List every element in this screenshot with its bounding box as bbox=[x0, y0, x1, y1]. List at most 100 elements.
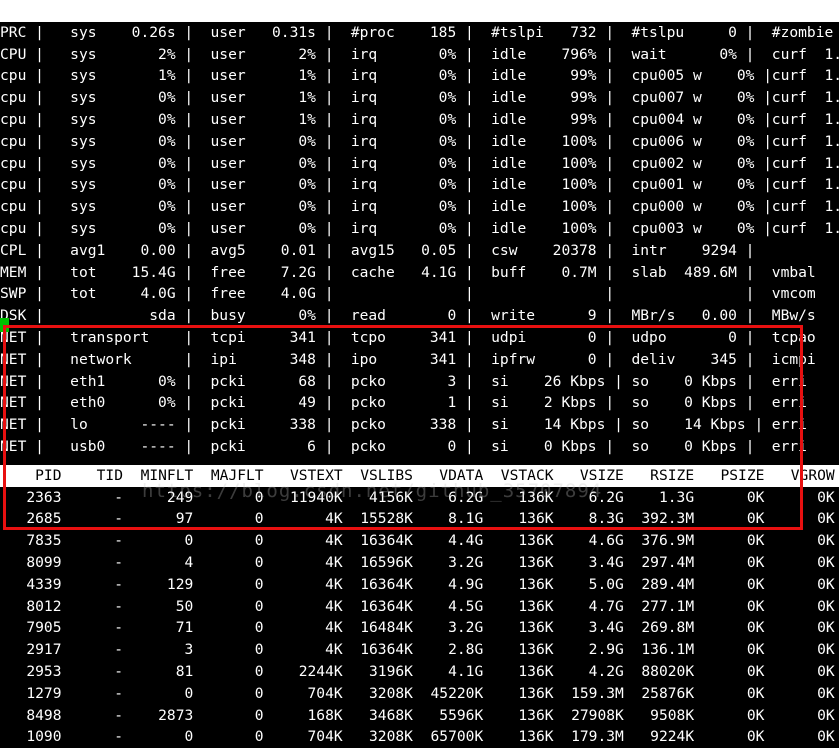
stat-row-dsk-13: DSK | sda | busy 0% | read 0 | write 9 |… bbox=[0, 305, 839, 327]
stat-field-irq: irq 0% | bbox=[333, 89, 474, 107]
process-row[interactable]: 2953 - 81 0 2244K 3196K 4.1G 136K 4.2G 8… bbox=[0, 661, 839, 683]
stat-row-net-18: NET | lo ---- | pcki 338 | pcko 338 | si… bbox=[0, 414, 839, 436]
stat-field-so: so 0 Kbps | bbox=[613, 438, 755, 455]
stat-row-net-15: NET | network | ipi 348 | ipo 341 | ipfr… bbox=[0, 349, 839, 371]
stat-field-curf: curf 1.20GHz | bbox=[771, 198, 839, 216]
stat-field-mbw-s: MBw/s 0.00 | bbox=[771, 307, 816, 325]
stat-field-lo: lo ---- | bbox=[52, 416, 194, 434]
stat-field-icmpi: icmpi 0 | bbox=[771, 350, 816, 368]
process-row[interactable]: 7905 - 71 0 4K 16484K 3.2G 136K 3.4G 269… bbox=[0, 617, 839, 639]
stat-row-net-17: NET | eth0 0% | pcki 49 | pcko 1 | si 2 … bbox=[0, 392, 839, 414]
stat-field-tcpao: tcpao 4 | bbox=[771, 329, 816, 346]
stat-field-curf: curf 1.20GHz | bbox=[771, 111, 839, 128]
stat-field-idle: idle 100% | bbox=[473, 198, 615, 216]
stat-field-curf: curf 1.23GHz | bbox=[771, 89, 839, 107]
stat-field-erri: erri 0 | bbox=[771, 372, 807, 390]
stat-row-label: NET | bbox=[0, 394, 44, 412]
stat-field-ipi: ipi 348 | bbox=[192, 350, 334, 368]
stat-field-eth0: eth0 0% | bbox=[52, 394, 194, 412]
stat-field-pcko: pcko 3 | bbox=[333, 372, 474, 390]
stat-field-ipo: ipo 341 | bbox=[333, 350, 474, 368]
stat-field-si: si 14 Kbps | bbox=[473, 416, 623, 434]
stat-field-sys: sys 2% | bbox=[52, 45, 194, 63]
stat-row-cpu-9: cpu | sys 0% | user 0% | irq 0% | idle 1… bbox=[0, 218, 839, 240]
process-row[interactable]: 1279 - 0 0 704K 3208K 45220K 136K 159.3M… bbox=[0, 683, 839, 705]
stat-field-read: read 0 | bbox=[333, 307, 474, 325]
stat-field-idle: idle 100% | bbox=[473, 132, 615, 150]
stat-field-si: si 0 Kbps | bbox=[473, 438, 615, 455]
process-row[interactable]: 7835 - 0 0 4K 16364K 4.4G 136K 4.6G 376.… bbox=[0, 530, 839, 552]
process-table-header: PID TID MINFLT MAJFLT VSTEXT VSLIBS VDAT… bbox=[0, 464, 839, 487]
stat-row-label: MEM | bbox=[0, 263, 44, 281]
stat-field-tcpi: tcpi 341 | bbox=[192, 329, 334, 346]
stat-field-busy: busy 0% | bbox=[192, 307, 334, 325]
stat-row-label: NET | bbox=[0, 438, 44, 455]
stat-field-sys: sys 0.26s | bbox=[52, 23, 194, 41]
stat-field-sys: sys 0% | bbox=[52, 198, 194, 216]
stat-field-curf: curf 1.20GHz | bbox=[771, 176, 839, 194]
stat-field-blank: | bbox=[613, 285, 755, 303]
stat-field-cpu001-w: cpu001 w 0% | bbox=[613, 176, 773, 194]
stat-field-user: user 0% | bbox=[192, 132, 334, 150]
stat-field-curf: curf 1.20GHz | bbox=[771, 132, 839, 150]
stat-field-irq: irq 0% | bbox=[333, 45, 474, 63]
stat-field-avg5: avg5 0.01 | bbox=[192, 241, 334, 259]
stat-field-intr: intr 9294 | bbox=[613, 241, 755, 259]
stat-field--zombie: #zombie 0 | bbox=[771, 23, 834, 41]
stat-field-si: si 26 Kbps | bbox=[473, 372, 623, 390]
process-row[interactable]: 2917 - 3 0 4K 16364K 2.8G 136K 2.9G 136.… bbox=[0, 639, 839, 661]
stat-field-vmbal: vmbal 0.0M | bbox=[771, 263, 816, 281]
stat-field-user: user 0% | bbox=[192, 220, 334, 237]
process-row[interactable]: 8012 - 50 0 4K 16364K 4.5G 136K 4.7G 277… bbox=[0, 596, 839, 618]
process-row[interactable]: 8498 - 2873 0 168K 3468K 5596K 136K 2790… bbox=[0, 705, 839, 727]
stat-field-irq: irq 0% | bbox=[333, 176, 474, 194]
process-row[interactable]: 2685 - 97 0 4K 15528K 8.1G 136K 8.3G 392… bbox=[0, 508, 839, 530]
stat-field-sda: sda | bbox=[52, 307, 194, 325]
stat-row-cpu-6: cpu | sys 0% | user 0% | irq 0% | idle 1… bbox=[0, 153, 839, 175]
stat-field-curf: curf 1.21GHz | bbox=[771, 45, 839, 63]
stat-field-sys: sys 1% | bbox=[52, 67, 194, 85]
stat-row-label: CPL | bbox=[0, 241, 44, 259]
stat-field-udpo: udpo 0 | bbox=[613, 329, 755, 346]
stat-field-curf: curf 1.20GHz | bbox=[771, 67, 839, 85]
titlebar: ATOP - localhost 2017/08/05 13:24:49 ---… bbox=[0, 0, 839, 22]
stat-field-idle: idle 99% | bbox=[473, 89, 615, 107]
stat-field-so: so 0 Kbps | bbox=[613, 372, 755, 390]
stat-field-deliv: deliv 345 | bbox=[613, 350, 755, 368]
stat-field-ipfrw: ipfrw 0 | bbox=[473, 350, 615, 368]
stat-field-usb0: usb0 ---- | bbox=[52, 438, 194, 455]
stat-field-user: user 1% | bbox=[192, 89, 334, 107]
stat-field-irq: irq 0% | bbox=[333, 111, 474, 128]
stat-row-label: cpu | bbox=[0, 198, 44, 216]
stat-field-si: si 2 Kbps | bbox=[473, 394, 615, 412]
stat-field-cpu007-w: cpu007 w 0% | bbox=[613, 89, 773, 107]
stat-row-label: NET | bbox=[0, 416, 44, 434]
stat-field-sys: sys 0% | bbox=[52, 154, 194, 172]
stat-row-swp-12: SWP | tot 4.0G | free 4.0G | | | | vmcom… bbox=[0, 283, 839, 305]
stat-row-cpu-3: cpu | sys 0% | user 1% | irq 0% | idle 9… bbox=[0, 87, 839, 109]
process-row[interactable]: 2363 - 249 0 11940K 4156K 6.2G 136K 6.2G… bbox=[0, 487, 839, 509]
stat-row-cpl-10: CPL | avg1 0.00 | avg5 0.01 | avg15 0.05… bbox=[0, 240, 839, 262]
stat-field-sys: sys 0% | bbox=[52, 132, 194, 150]
stat-row-label: SWP | bbox=[0, 285, 44, 303]
stat-field-cpu003-w: cpu003 w 0% | bbox=[613, 220, 773, 237]
stat-field-idle: idle 796% | bbox=[473, 45, 615, 63]
stat-field-so: so 0 Kbps | bbox=[613, 394, 755, 412]
stat-row-net-19: NET | usb0 ---- | pcki 6 | pcko 0 | si 0… bbox=[0, 436, 839, 458]
process-row[interactable]: 8099 - 4 0 4K 16596K 3.2G 136K 3.4G 297.… bbox=[0, 552, 839, 574]
stat-field--tslpi: #tslpi 732 | bbox=[473, 23, 615, 41]
process-row[interactable]: 1090 - 0 0 704K 3208K 65700K 136K 179.3M… bbox=[0, 726, 839, 748]
stat-field-pcki: pcki 6 | bbox=[192, 438, 334, 455]
stat-row-cpu-7: cpu | sys 0% | user 0% | irq 0% | idle 1… bbox=[0, 174, 839, 196]
stat-field-pcko: pcko 338 | bbox=[333, 416, 474, 434]
stat-row-label: cpu | bbox=[0, 154, 44, 172]
stat-row-label: cpu | bbox=[0, 176, 44, 194]
stat-row-label: CPU | bbox=[0, 45, 44, 63]
process-row[interactable]: 4339 - 129 0 4K 16364K 4.9G 136K 5.0G 28… bbox=[0, 574, 839, 596]
stat-row-label: NET | bbox=[0, 372, 44, 390]
stat-field-sys: sys 0% | bbox=[52, 111, 194, 128]
stat-row-cpu-2: cpu | sys 1% | user 1% | irq 0% | idle 9… bbox=[0, 65, 839, 87]
stat-field-idle: idle 100% | bbox=[473, 154, 615, 172]
stat-field-user: user 2% | bbox=[192, 45, 334, 63]
stat-field-write: write 9 | bbox=[473, 307, 615, 325]
